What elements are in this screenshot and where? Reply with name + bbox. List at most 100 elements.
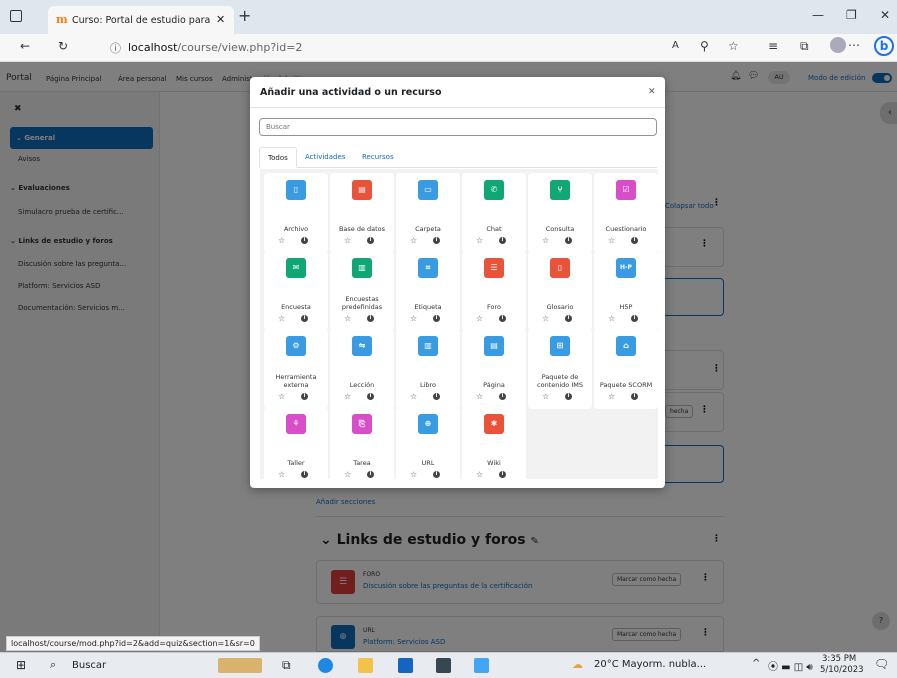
tab-actividades[interactable]: Actividades bbox=[297, 147, 353, 168]
edge-icon[interactable] bbox=[318, 658, 333, 673]
star-icon[interactable]: ☆ bbox=[608, 314, 615, 323]
favorite-icon[interactable]: ☆ bbox=[728, 39, 739, 53]
activity-option[interactable]: ▭ Carpeta ☆ i bbox=[396, 173, 460, 253]
photos-icon[interactable] bbox=[474, 658, 489, 673]
zoom-icon[interactable]: ⚲ bbox=[700, 39, 709, 53]
info-icon[interactable]: i bbox=[301, 471, 308, 478]
activity-option[interactable]: ✉ Encuesta ☆ i bbox=[264, 251, 328, 331]
back-icon[interactable]: ← bbox=[20, 39, 30, 53]
activity-option[interactable]: ☰ Foro ☆ i bbox=[462, 251, 526, 331]
windows-start-icon[interactable]: ⊞ bbox=[16, 658, 26, 672]
search-input[interactable] bbox=[259, 118, 657, 136]
browser-tab[interactable]: m Curso: Portal de estudio para la c ✕ bbox=[48, 6, 234, 34]
info-icon[interactable]: i bbox=[433, 471, 440, 478]
star-icon[interactable]: ☆ bbox=[542, 314, 549, 323]
activity-option[interactable]: ▥ Libro ☆ i bbox=[396, 329, 460, 409]
activity-option[interactable]: ▥ Encuestas predefinidas ☆ i bbox=[330, 251, 394, 331]
activity-option[interactable]: ⚙ Herramienta externa ☆ i bbox=[264, 329, 328, 409]
activity-option[interactable]: ⊕ URL ☆ i bbox=[396, 407, 460, 487]
star-icon[interactable]: ☆ bbox=[476, 470, 483, 479]
star-icon[interactable]: ☆ bbox=[278, 314, 285, 323]
star-icon[interactable]: ☆ bbox=[476, 314, 483, 323]
info-icon[interactable]: i bbox=[499, 237, 506, 244]
info-icon[interactable]: i bbox=[367, 471, 374, 478]
info-icon[interactable]: i bbox=[367, 237, 374, 244]
info-icon[interactable]: i bbox=[565, 393, 572, 400]
file-explorer-icon[interactable] bbox=[358, 658, 373, 673]
modal-close-icon[interactable]: ✕ bbox=[648, 87, 656, 97]
activity-option[interactable]: ⊞ Paquete de contenido IMS ☆ i bbox=[528, 329, 592, 409]
activity-option[interactable]: ⎘ Tarea ☆ i bbox=[330, 407, 394, 487]
activity-option[interactable]: ▤ Página ☆ i bbox=[462, 329, 526, 409]
task-view-icon[interactable]: ⧉ bbox=[282, 658, 291, 673]
taskbar-search-icon[interactable]: ⌕ bbox=[50, 658, 56, 672]
star-icon[interactable]: ☆ bbox=[608, 392, 615, 401]
info-icon[interactable]: i bbox=[301, 237, 308, 244]
star-icon[interactable]: ☆ bbox=[410, 392, 417, 401]
profile-icon[interactable] bbox=[830, 37, 846, 53]
tab-todos[interactable]: Todos bbox=[259, 147, 297, 168]
star-icon[interactable]: ☆ bbox=[476, 236, 483, 245]
info-icon[interactable]: i bbox=[565, 237, 572, 244]
window-close-icon[interactable]: ✕ bbox=[880, 8, 890, 22]
star-icon[interactable]: ☆ bbox=[542, 392, 549, 401]
star-icon[interactable]: ☆ bbox=[278, 470, 285, 479]
bing-icon[interactable]: b bbox=[874, 36, 894, 56]
info-icon[interactable]: i bbox=[433, 393, 440, 400]
star-icon[interactable]: ☆ bbox=[344, 392, 351, 401]
star-icon[interactable]: ☆ bbox=[278, 236, 285, 245]
info-icon[interactable]: i bbox=[433, 237, 440, 244]
favorites-list-icon[interactable]: ≡ bbox=[768, 39, 778, 53]
reload-icon[interactable]: ↻ bbox=[58, 39, 68, 53]
star-icon[interactable]: ☆ bbox=[344, 236, 351, 245]
terminal-icon[interactable] bbox=[436, 658, 451, 673]
restore-icon[interactable]: ❐ bbox=[846, 8, 857, 22]
info-icon[interactable]: i bbox=[499, 393, 506, 400]
more-icon[interactable]: ⋯ bbox=[848, 38, 860, 52]
clock-date[interactable]: 5/10/2023 bbox=[820, 665, 864, 675]
tab-recursos[interactable]: Recursos bbox=[354, 147, 402, 168]
activity-option[interactable]: ⌗ Etiqueta ☆ i bbox=[396, 251, 460, 331]
clock-time[interactable]: 3:35 PM bbox=[822, 654, 856, 664]
activity-option[interactable]: ▯ Archivo ☆ i bbox=[264, 173, 328, 253]
star-icon[interactable]: ☆ bbox=[344, 314, 351, 323]
info-icon[interactable]: i bbox=[301, 393, 308, 400]
tab-actions-icon[interactable] bbox=[10, 10, 22, 22]
notification-center-icon[interactable]: 🗨︎ bbox=[874, 657, 889, 671]
weather-text[interactable]: 20°C Mayorm. nubla... bbox=[594, 659, 706, 670]
site-info-icon[interactable]: ⓘ bbox=[110, 40, 121, 56]
new-tab-icon[interactable]: + bbox=[238, 6, 251, 25]
info-icon[interactable]: i bbox=[367, 393, 374, 400]
info-icon[interactable]: i bbox=[499, 315, 506, 322]
collections-icon[interactable]: ⧉ bbox=[800, 39, 809, 54]
star-icon[interactable]: ☆ bbox=[542, 236, 549, 245]
star-icon[interactable]: ☆ bbox=[410, 470, 417, 479]
minimize-icon[interactable]: — bbox=[812, 8, 824, 22]
activity-option[interactable]: ⌂ Paquete SCORM ☆ i bbox=[594, 329, 658, 409]
tab-close-icon[interactable]: ✕ bbox=[216, 13, 225, 26]
activity-option[interactable]: ✱ Wiki ☆ i bbox=[462, 407, 526, 487]
info-icon[interactable]: i bbox=[565, 315, 572, 322]
activity-option[interactable]: ▤ Base de datos ☆ i bbox=[330, 173, 394, 253]
info-icon[interactable]: i bbox=[499, 471, 506, 478]
read-aloud-icon[interactable]: A bbox=[672, 40, 679, 51]
info-icon[interactable]: i bbox=[631, 315, 638, 322]
activity-option[interactable]: ✆ Chat ☆ i bbox=[462, 173, 526, 253]
activity-option[interactable]: ⑂ Consulta ☆ i bbox=[528, 173, 592, 253]
star-icon[interactable]: ☆ bbox=[476, 392, 483, 401]
star-icon[interactable]: ☆ bbox=[410, 314, 417, 323]
info-icon[interactable]: i bbox=[367, 315, 374, 322]
systray-chevron-icon[interactable]: ^ bbox=[752, 658, 760, 669]
star-icon[interactable]: ☆ bbox=[344, 470, 351, 479]
systray-icons[interactable]: ⦿ ▬ ◫ 🔊︎ bbox=[768, 658, 813, 673]
address-bar[interactable]: ⓘ localhost/course/view.php?id=2 bbox=[110, 37, 760, 59]
info-icon[interactable]: i bbox=[631, 237, 638, 244]
activity-option[interactable]: ☑ Cuestionario ☆ i bbox=[594, 173, 658, 253]
activity-option[interactable]: ⚘ Taller ☆ i bbox=[264, 407, 328, 487]
mail-icon[interactable] bbox=[398, 658, 413, 673]
info-icon[interactable]: i bbox=[631, 393, 638, 400]
info-icon[interactable]: i bbox=[301, 315, 308, 322]
activity-option[interactable]: H-P H5P ☆ i bbox=[594, 251, 658, 331]
info-icon[interactable]: i bbox=[433, 315, 440, 322]
star-icon[interactable]: ☆ bbox=[608, 236, 615, 245]
